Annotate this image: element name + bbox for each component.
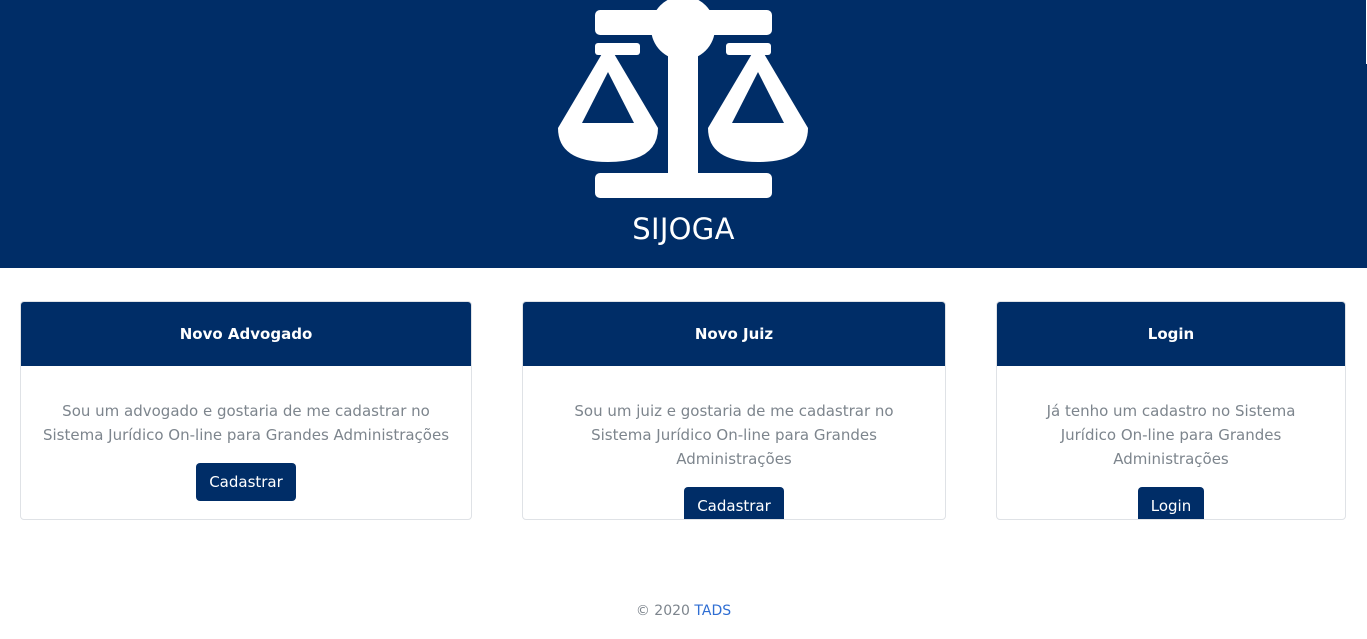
card-login: Login Já tenho um cadastro no Sistema Ju…: [996, 301, 1346, 520]
card-title: Login: [997, 302, 1345, 366]
header-banner: SIJOGA: [0, 0, 1367, 268]
card-novo-juiz: Novo Juiz Sou um juiz e gostaria de me c…: [522, 301, 946, 520]
card-description: Já tenho um cadastro no Sistema Jurídico…: [1046, 402, 1296, 468]
cadastrar-juiz-button[interactable]: Cadastrar: [684, 487, 784, 519]
login-button[interactable]: Login: [1137, 487, 1205, 519]
footer: © 2020 TADS: [0, 600, 1367, 622]
footer-copyright: © 2020: [635, 603, 690, 619]
scales-of-justice-icon: [558, 0, 808, 198]
footer-link-tads[interactable]: TADS: [694, 603, 731, 619]
card-description: Sou um advogado e gostaria de me cadastr…: [42, 402, 450, 444]
card-title: Novo Juiz: [523, 302, 945, 366]
card-description: Sou um juiz e gostaria de me cadastrar n…: [574, 402, 894, 468]
app-title: SIJOGA: [632, 212, 735, 246]
card-title: Novo Advogado: [21, 302, 471, 366]
card-novo-advogado: Novo Advogado Sou um advogado e gostaria…: [20, 301, 472, 520]
cadastrar-advogado-button[interactable]: Cadastrar: [196, 463, 296, 501]
